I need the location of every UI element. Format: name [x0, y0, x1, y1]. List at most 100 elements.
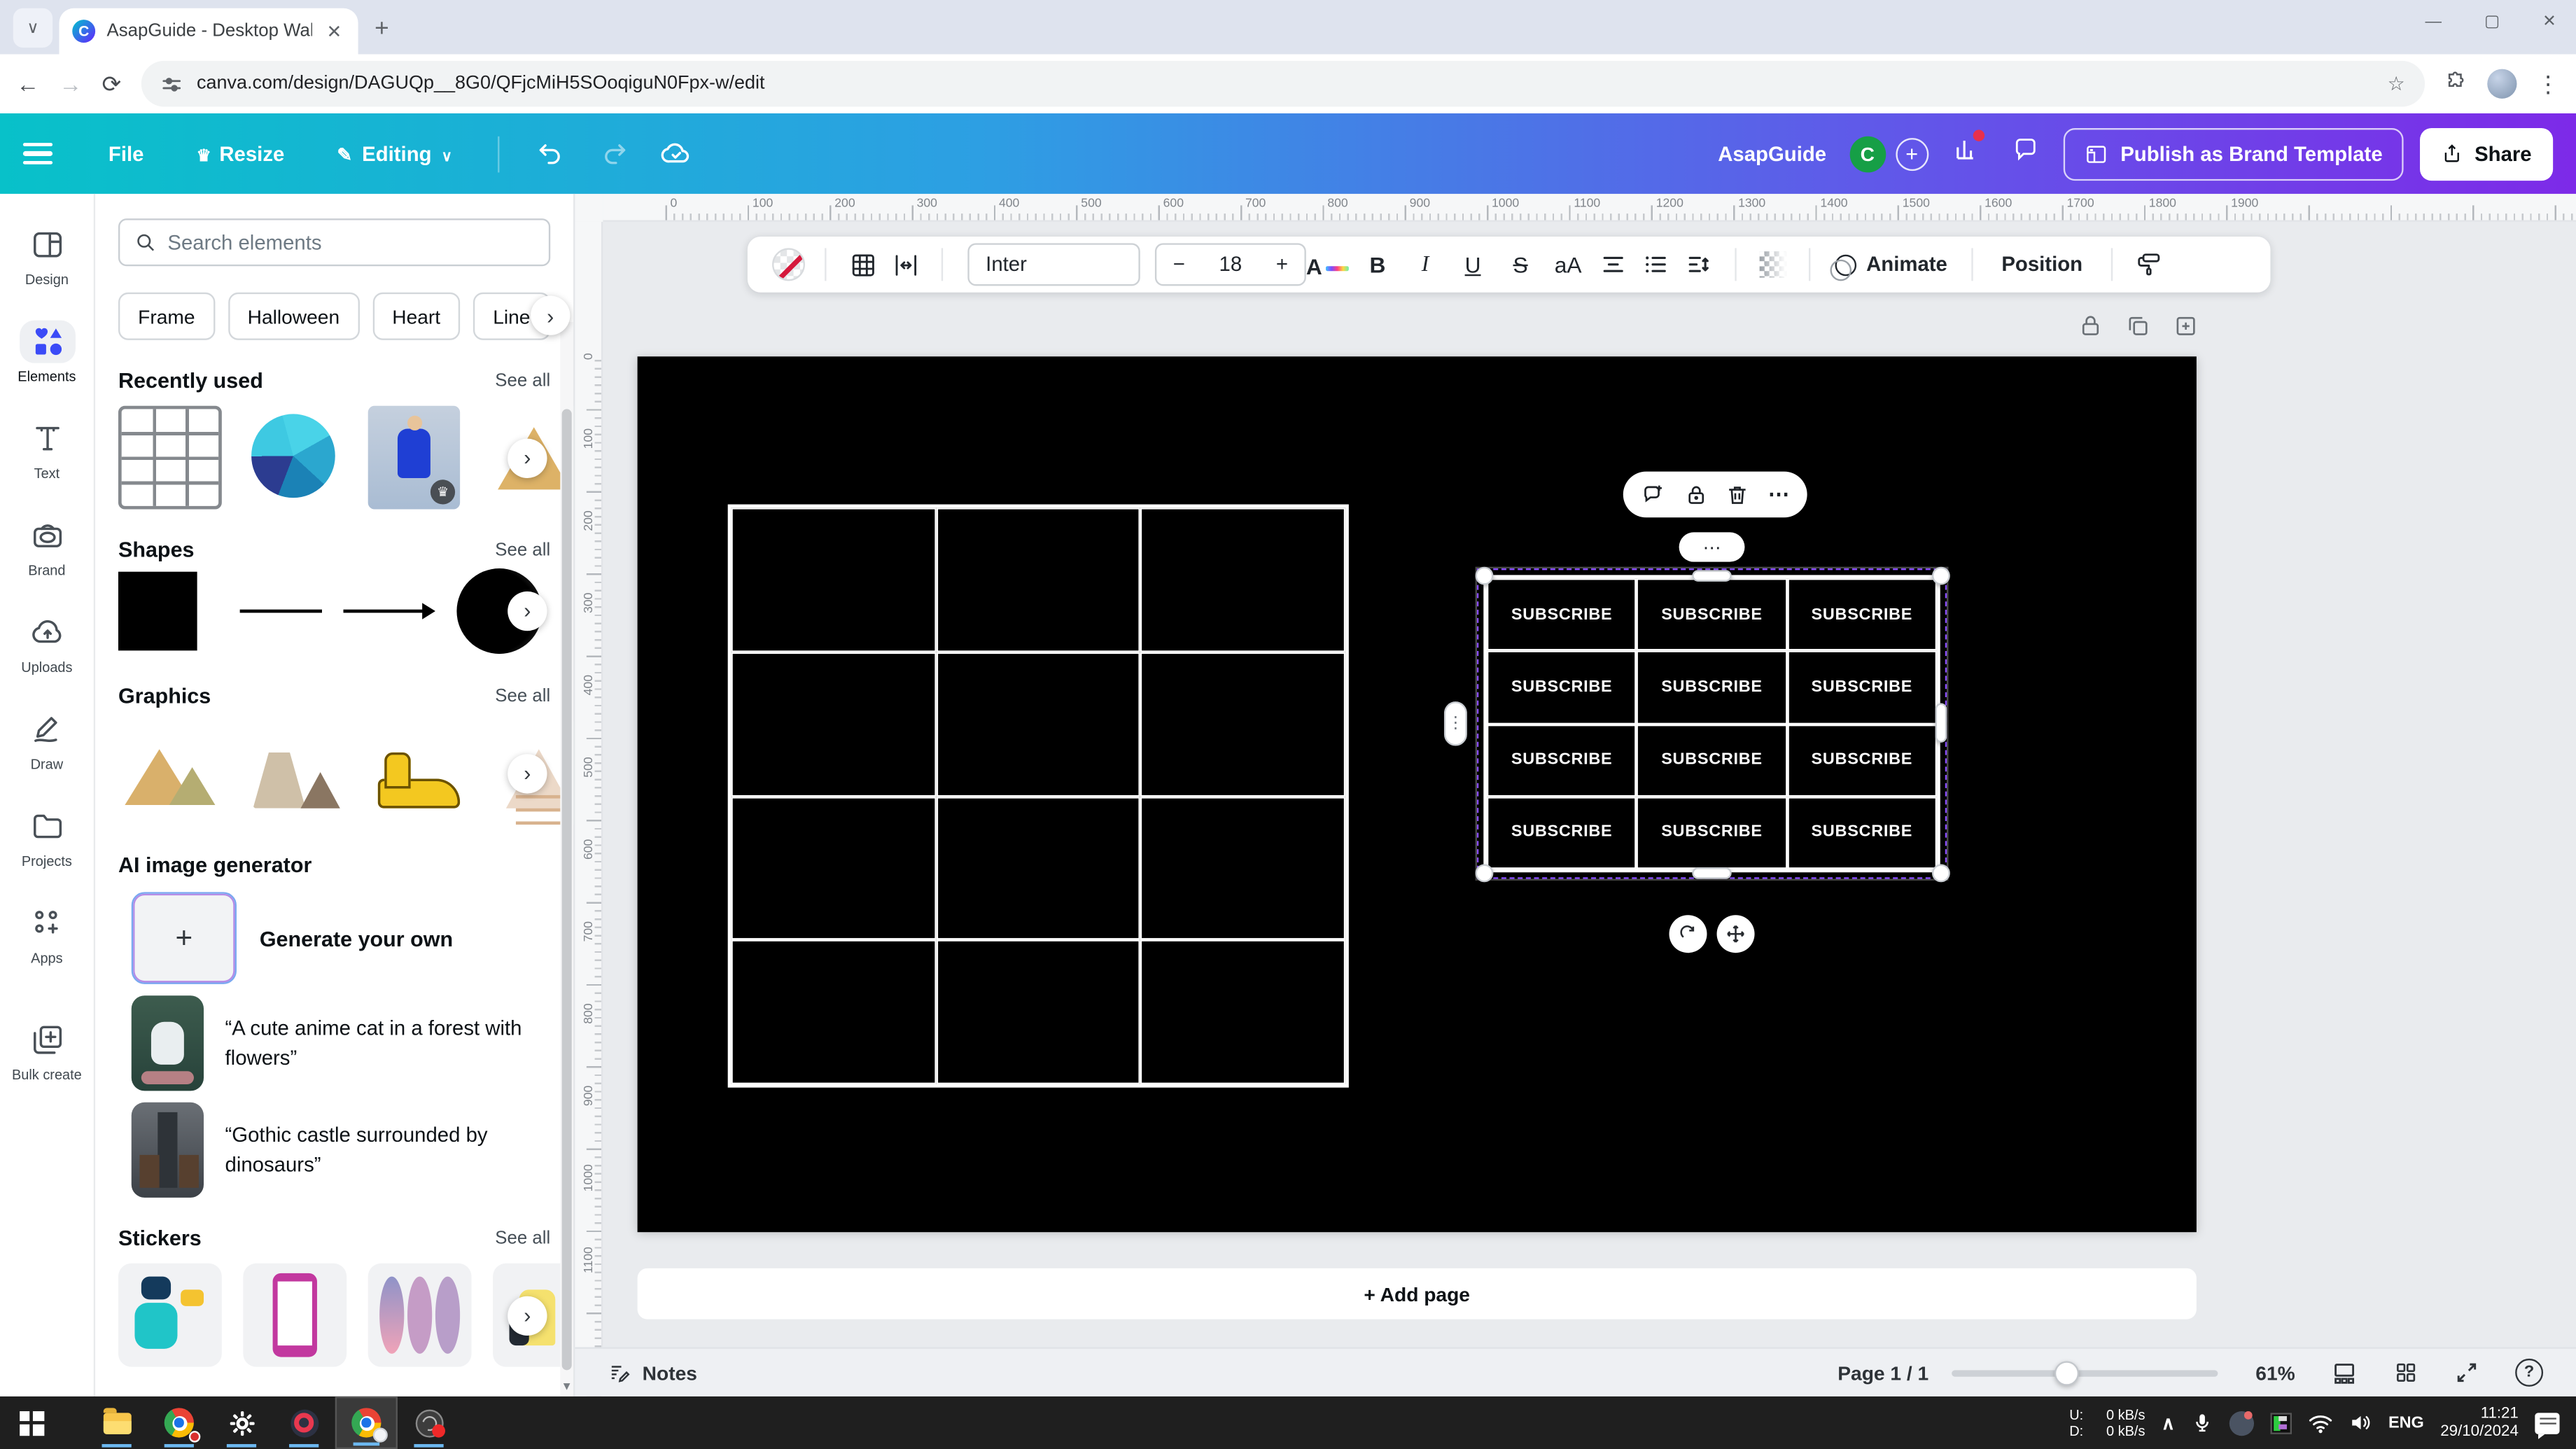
file-explorer-button[interactable] — [85, 1396, 148, 1449]
table-cell[interactable] — [1140, 796, 1346, 941]
spacing-button[interactable] — [1677, 241, 1720, 288]
position-button[interactable]: Position — [1989, 241, 2096, 288]
see-all-shapes[interactable]: See all — [495, 540, 550, 559]
zoom-slider[interactable] — [1952, 1360, 2218, 1385]
forward-icon[interactable]: → — [59, 71, 82, 97]
lock-icon[interactable] — [1684, 482, 1708, 507]
border-color-icon[interactable] — [772, 248, 806, 281]
extensions-icon[interactable] — [2444, 70, 2468, 98]
notification-center-icon[interactable] — [2535, 1412, 2560, 1438]
browser-profile-avatar[interactable] — [2487, 69, 2517, 99]
settings-button[interactable] — [210, 1396, 272, 1449]
bookmark-star-icon[interactable]: ☆ — [2388, 72, 2405, 95]
handle-top-center[interactable] — [1692, 569, 1732, 581]
wifi-icon[interactable] — [2308, 1412, 2332, 1434]
row-drag-handle[interactable]: ⋮ — [1443, 701, 1467, 746]
duplicate-page-icon[interactable] — [2126, 314, 2150, 338]
bold-button[interactable]: B — [1354, 241, 1401, 288]
sidebar-item-draw[interactable]: Draw — [0, 692, 94, 788]
grid-view-icon[interactable] — [2393, 1360, 2418, 1385]
phone-thumbnail[interactable] — [243, 1263, 347, 1367]
see-all-graphics[interactable]: See all — [495, 686, 550, 706]
arrow-thumbnail[interactable] — [343, 571, 435, 650]
table-cell[interactable]: SUBSCRIBE — [1486, 650, 1637, 724]
table-cell[interactable]: SUBSCRIBE — [1637, 578, 1787, 651]
table-cell[interactable]: SUBSCRIBE — [1637, 650, 1787, 724]
workspace-name[interactable]: AsapGuide — [1718, 142, 1826, 165]
insights-button[interactable] — [1945, 130, 1987, 171]
browser-menu-icon[interactable]: ⋮ — [2537, 70, 2560, 98]
animate-button[interactable]: Animate — [1825, 241, 1957, 288]
row-recent-chevron[interactable]: › — [507, 438, 547, 477]
filter-chip-heart[interactable]: Heart — [372, 292, 461, 340]
row-graphics-chevron[interactable]: › — [507, 753, 547, 793]
sidebar-item-design[interactable]: Design — [0, 207, 94, 304]
italic-button[interactable]: I — [1401, 241, 1449, 288]
search-input[interactable]: Search elements — [118, 218, 551, 267]
handle-right-middle[interactable] — [1934, 703, 1946, 743]
panel-scrollbar[interactable]: ▼ — [560, 322, 574, 1396]
tab-close-icon[interactable]: ✕ — [323, 20, 345, 42]
font-size-decrease[interactable]: − — [1173, 253, 1185, 276]
copy-style-button[interactable] — [2127, 241, 2169, 288]
sidebar-item-apps[interactable]: Apps — [0, 886, 94, 982]
table-cell[interactable] — [935, 796, 1141, 941]
model-photo-thumbnail[interactable]: ♛ — [368, 405, 461, 510]
sidebar-item-bulk-create[interactable]: Bulk create — [0, 1002, 94, 1099]
see-all-recently[interactable]: See all — [495, 370, 550, 390]
handle-bottom-center[interactable] — [1692, 867, 1732, 878]
reload-icon[interactable]: ⟳ — [102, 70, 122, 98]
language-indicator[interactable]: ENG — [2388, 1414, 2424, 1432]
notes-button[interactable]: Notes — [608, 1361, 697, 1384]
start-button[interactable] — [0, 1396, 62, 1449]
chrome-button[interactable] — [148, 1396, 210, 1449]
editing-mode-menu[interactable]: ✎ Editing ∨ — [317, 142, 472, 165]
sphinx-thumbnail[interactable] — [243, 721, 347, 825]
hamburger-menu-icon[interactable] — [22, 142, 53, 165]
table-cell[interactable] — [935, 507, 1141, 652]
filter-chip-frame[interactable]: Frame — [118, 292, 215, 340]
table-cell[interactable] — [1140, 652, 1346, 797]
generate-your-own-card[interactable]: + — [131, 892, 237, 984]
sidebar-item-projects[interactable]: Projects — [0, 789, 94, 886]
column-width-icon[interactable] — [884, 241, 927, 288]
table-options-pill[interactable]: ⋯ — [1679, 532, 1745, 562]
gradient-blobs-thumbnail[interactable] — [368, 1263, 472, 1367]
share-button[interactable]: Share — [2420, 127, 2554, 180]
volume-icon[interactable] — [2349, 1411, 2372, 1434]
browser-tab[interactable]: C AsapGuide - Desktop Wallpape ✕ — [59, 8, 358, 55]
microphone-icon[interactable] — [2191, 1411, 2213, 1434]
table-cell[interactable]: SUBSCRIBE — [1786, 796, 1938, 869]
line-thumbnail[interactable] — [239, 571, 323, 650]
new-tab-button[interactable]: + — [374, 15, 389, 43]
sidebar-item-uploads[interactable]: Uploads — [0, 595, 94, 692]
sidebar-item-brand[interactable]: Brand — [0, 498, 94, 594]
table-cell[interactable]: SUBSCRIBE — [1486, 723, 1637, 797]
table-cell[interactable] — [1140, 940, 1346, 1084]
table-cell[interactable] — [731, 796, 936, 941]
more-options-icon[interactable]: ⋯ — [1768, 482, 1790, 508]
table-cell[interactable]: SUBSCRIBE — [1637, 796, 1787, 869]
recording-icon[interactable] — [2229, 1410, 2254, 1436]
gpu-monitor-icon[interactable] — [2269, 1412, 2292, 1434]
back-icon[interactable]: ← — [16, 71, 39, 97]
chips-scroll-chevron[interactable]: › — [531, 295, 570, 335]
prompt-item[interactable]: “A cute anime cat in a forest with flowe… — [131, 995, 573, 1091]
move-handle[interactable] — [1716, 915, 1755, 953]
see-all-stickers[interactable]: See all — [495, 1228, 550, 1247]
table-cell[interactable]: SUBSCRIBE — [1786, 578, 1938, 651]
robot-thumbnail[interactable] — [118, 1263, 222, 1367]
sidebar-item-text[interactable]: Text — [0, 401, 94, 498]
resize-menu[interactable]: ♛ Resize — [176, 142, 304, 165]
zoom-slider-knob[interactable] — [2053, 1360, 2079, 1385]
add-page-button[interactable]: + Add page — [637, 1268, 2197, 1320]
table-cell[interactable] — [731, 940, 936, 1084]
row-stickers-chevron[interactable]: › — [507, 1295, 547, 1335]
fullscreen-icon[interactable] — [2454, 1360, 2479, 1385]
clock[interactable]: 11:21 29/10/2024 — [2440, 1405, 2519, 1441]
list-button[interactable] — [1634, 241, 1677, 288]
obs-button[interactable] — [398, 1396, 460, 1449]
table-cell[interactable]: SUBSCRIBE — [1486, 578, 1637, 651]
text-case-button[interactable]: aA — [1544, 241, 1592, 288]
window-close-icon[interactable]: ✕ — [2542, 13, 2556, 31]
